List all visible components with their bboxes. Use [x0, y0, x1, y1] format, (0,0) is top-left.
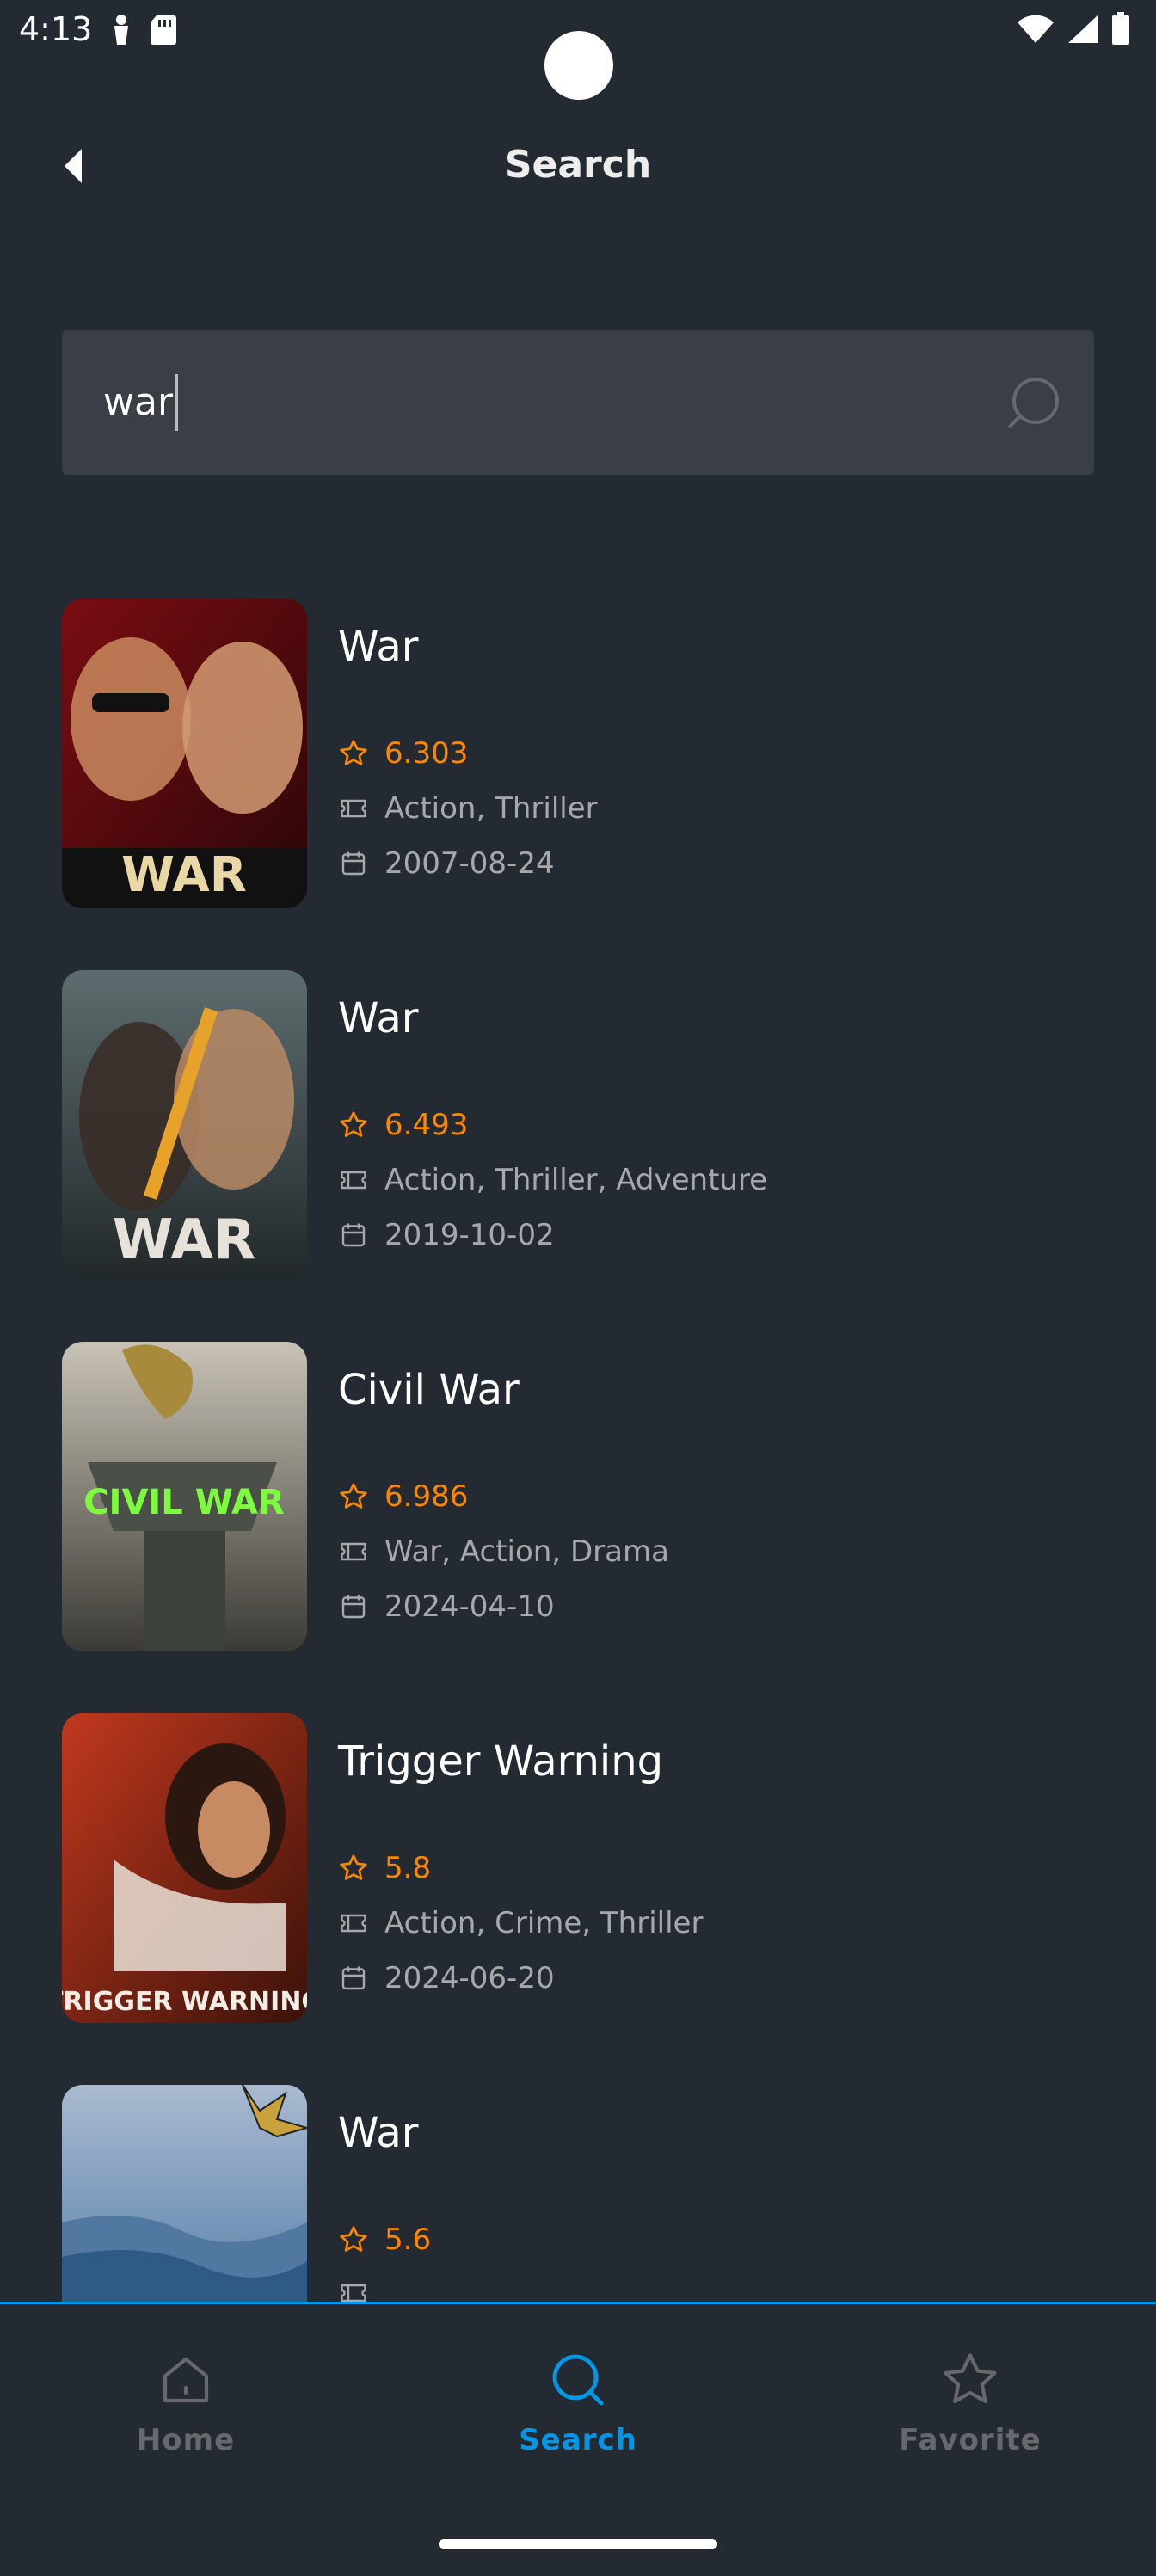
home-icon — [163, 2357, 209, 2403]
nav-search[interactable]: Search — [449, 2349, 707, 2457]
search-results-list: WAR War 6.303 Action, Thriller 2007-08-2… — [62, 599, 1094, 2302]
nav-search-label: Search — [519, 2423, 637, 2457]
movie-poster[interactable]: CIVIL WAR — [62, 1342, 307, 1651]
release-date: 2024-06-20 — [384, 1961, 555, 1995]
release-row: 2024-04-10 — [338, 1589, 555, 1624]
star-icon — [340, 1483, 367, 1509]
calendar-icon — [341, 1595, 366, 1619]
rating-row: 6.493 — [338, 1108, 468, 1142]
rating-row: 6.986 — [338, 1479, 468, 1514]
nav-favorite-label: Favorite — [899, 2423, 1042, 2457]
poster-title-text: WAR — [121, 847, 247, 903]
text-cursor — [175, 374, 179, 431]
rating-row: 6.303 — [338, 736, 468, 771]
genres-text: Action, Thriller, Adventure — [384, 1163, 768, 1197]
search-input[interactable]: war — [103, 330, 173, 475]
movie-title: Trigger Warning — [338, 1737, 664, 1786]
genre-row: Action, Thriller, Adventure — [338, 1163, 767, 1197]
bottom-navigation: Home Search Favorite — [0, 2302, 1156, 2576]
movie-title: War — [338, 994, 419, 1042]
release-date: 2024-04-10 — [384, 1589, 555, 1624]
genres-text: Action, Thriller — [384, 791, 598, 826]
search-icon[interactable] — [1005, 375, 1061, 432]
rating-value: 5.6 — [384, 2222, 432, 2257]
rating-value: 6.303 — [384, 736, 469, 771]
star-icon — [340, 1854, 367, 1880]
star-icon — [340, 740, 367, 765]
release-row: 2019-10-02 — [338, 1218, 555, 1252]
release-date: 2007-08-24 — [384, 846, 555, 881]
movie-poster[interactable]: WAR — [62, 599, 307, 908]
movie-result-item[interactable]: TRIGGER WARNING Trigger Warning 5.8 Acti… — [62, 1713, 1094, 2085]
ticket-icon — [341, 1171, 366, 1190]
nav-favorite[interactable]: Favorite — [841, 2349, 1099, 2457]
ticket-icon — [341, 1914, 366, 1933]
app-header: Search — [0, 129, 1156, 201]
movie-result-item[interactable]: WAR War 6.493 Action, Thriller, Adventur… — [62, 970, 1094, 1342]
movie-result-item[interactable]: CIVIL WAR Civil War 6.986 War, Action, D… — [62, 1342, 1094, 1713]
home-indicator[interactable] — [439, 2539, 717, 2549]
calendar-icon — [341, 1223, 366, 1247]
movie-title: War — [338, 2109, 419, 2157]
release-date: 2019-10-02 — [384, 1218, 555, 1252]
star-icon — [340, 2226, 367, 2252]
rating-value: 6.986 — [384, 1479, 469, 1514]
status-time: 4:13 — [19, 10, 93, 48]
nav-home-label: Home — [136, 2423, 236, 2457]
movie-poster[interactable]: WAR — [62, 970, 307, 1280]
release-row: 2007-08-24 — [338, 846, 555, 881]
ticket-icon — [341, 799, 366, 818]
poster-title-text: TRIGGER WARNING — [62, 1987, 307, 2017]
person-notification-icon — [110, 14, 132, 50]
camera-cutout — [544, 31, 613, 100]
genre-row: War, Action, Drama — [338, 1534, 669, 1569]
movie-poster[interactable]: TRIGGER WARNING — [62, 1713, 307, 2023]
sd-card-icon — [150, 14, 177, 50]
genres-text: Action, Crime, Thriller — [384, 1906, 704, 1940]
calendar-icon — [341, 851, 366, 876]
star-icon — [340, 1111, 367, 1137]
status-bar: 4:13 — [0, 0, 1156, 100]
page-title: Search — [504, 143, 652, 187]
search-icon — [552, 2354, 604, 2406]
genre-row — [338, 2278, 384, 2302]
poster-title-text: CIVIL WAR — [83, 1483, 285, 1522]
ticket-icon — [341, 2284, 366, 2302]
battery-icon — [1111, 12, 1130, 50]
movie-poster[interactable] — [62, 2085, 307, 2302]
genre-row: Action, Crime, Thriller — [338, 1906, 703, 1940]
poster-title-text: WAR — [113, 1208, 256, 1272]
search-field[interactable]: war — [62, 330, 1094, 475]
rating-row: 5.6 — [338, 2222, 431, 2257]
nav-home[interactable]: Home — [57, 2349, 315, 2457]
movie-result-item[interactable]: War 5.6 — [62, 2085, 1094, 2302]
rating-row: 5.8 — [338, 1851, 431, 1885]
genre-row: Action, Thriller — [338, 791, 598, 826]
calendar-icon — [341, 1966, 366, 1990]
ticket-icon — [341, 1542, 366, 1561]
rating-value: 5.8 — [384, 1851, 432, 1885]
release-row: 2024-06-20 — [338, 1961, 555, 1995]
cellular-signal-icon — [1067, 14, 1099, 48]
star-icon — [944, 2353, 997, 2403]
movie-result-item[interactable]: WAR War 6.303 Action, Thriller 2007-08-2… — [62, 599, 1094, 970]
wifi-icon — [1017, 14, 1055, 48]
movie-title: War — [338, 623, 419, 671]
genres-text: War, Action, Drama — [384, 1534, 669, 1569]
rating-value: 6.493 — [384, 1108, 469, 1142]
movie-title: Civil War — [338, 1366, 520, 1414]
